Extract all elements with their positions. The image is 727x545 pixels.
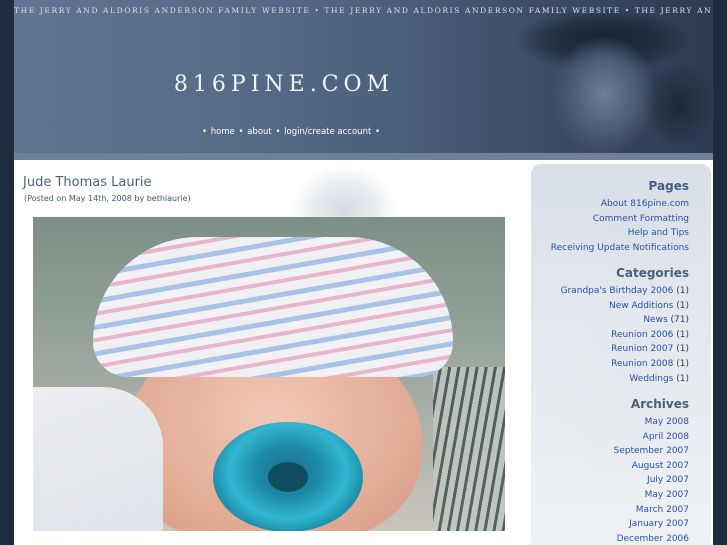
list-item: Reunion 2007 (1)	[561, 342, 689, 357]
archive-link[interactable]: December 2006	[617, 534, 689, 544]
list-item: Reunion 2008 (1)	[561, 357, 689, 372]
site-header: THE JERRY AND ALDORIS ANDERSON FAMILY WE…	[14, 0, 713, 156]
category-count: (1)	[676, 373, 689, 384]
pages-section: Pages About 816pine.com Comment Formatti…	[551, 179, 689, 255]
page-link[interactable]: Comment Formatting	[593, 214, 689, 224]
category-count: (1)	[676, 329, 689, 340]
category-count: (1)	[676, 300, 689, 311]
pages-heading: Pages	[648, 179, 689, 193]
list-item: Weddings (1)	[561, 372, 689, 387]
list-item: May 2008	[613, 415, 689, 430]
nav-bullet: •	[275, 127, 281, 137]
pacifier-ring	[268, 462, 308, 492]
archive-link[interactable]: August 2007	[632, 461, 689, 471]
nav-login-link[interactable]: login/create account	[284, 127, 371, 137]
list-item: March 2007	[613, 503, 689, 518]
categories-section: Categories Grandpa's Birthday 2006 (1) N…	[561, 266, 689, 386]
categories-list: Grandpa's Birthday 2006 (1) New Addition…	[561, 284, 689, 386]
list-item: January 2007	[613, 517, 689, 532]
content-area: Jude Thomas Laurie (Posted on May 14th, …	[14, 160, 713, 545]
post-title[interactable]: Jude Thomas Laurie	[23, 175, 152, 190]
post-meta: (Posted on May 14th, 2008 by bethlaurie)	[24, 194, 191, 203]
archive-link[interactable]: May 2008	[645, 417, 689, 427]
striped-hat	[93, 237, 453, 377]
list-item: December 2006	[613, 532, 689, 545]
nav-about-link[interactable]: about	[247, 127, 272, 137]
category-link[interactable]: Reunion 2008	[611, 359, 673, 369]
blanket	[33, 387, 163, 531]
post-photo-baby[interactable]	[33, 217, 505, 531]
list-item: Grandpa's Birthday 2006 (1)	[561, 284, 689, 299]
list-item: About 816pine.com	[551, 197, 689, 212]
banner-strip: THE JERRY AND ALDORIS ANDERSON FAMILY WE…	[14, 6, 713, 15]
page-link[interactable]: About 816pine.com	[601, 199, 689, 209]
archive-link[interactable]: April 2008	[643, 432, 689, 442]
category-link[interactable]: News	[643, 315, 667, 325]
archives-section: Archives May 2008 April 2008 September 2…	[613, 397, 689, 545]
nav-bullet: •	[201, 127, 207, 137]
categories-heading: Categories	[616, 266, 689, 280]
nav-bullet: •	[238, 127, 244, 137]
list-item: May 2007	[613, 488, 689, 503]
list-item: July 2007	[613, 473, 689, 488]
page-link[interactable]: Help and Tips	[628, 228, 689, 238]
list-item: Help and Tips	[551, 226, 689, 241]
category-count: (1)	[676, 286, 689, 296]
category-link[interactable]: Reunion 2006	[611, 330, 673, 340]
list-item: April 2008	[613, 430, 689, 445]
archive-link[interactable]: March 2007	[636, 505, 689, 515]
nav-bullet: •	[375, 127, 381, 137]
category-link[interactable]: Weddings	[629, 374, 673, 384]
category-count: (71)	[670, 315, 689, 326]
archive-link[interactable]: January 2007	[629, 519, 689, 529]
category-count: (1)	[676, 358, 689, 369]
category-count: (1)	[676, 344, 689, 355]
list-item: August 2007	[613, 459, 689, 474]
list-item: New Additions (1)	[561, 299, 689, 314]
list-item: Comment Formatting	[551, 212, 689, 227]
sidebar: Pages About 816pine.com Comment Formatti…	[531, 164, 711, 545]
right-border	[713, 0, 727, 545]
pages-list: About 816pine.com Comment Formatting Hel…	[551, 197, 689, 255]
nav-home-link[interactable]: home	[211, 127, 235, 137]
archive-link[interactable]: July 2007	[647, 475, 689, 485]
page-link[interactable]: Receiving Update Notifications	[551, 243, 689, 253]
category-link[interactable]: New Additions	[609, 301, 673, 311]
category-link[interactable]: Reunion 2007	[611, 344, 673, 354]
stuffed-toy	[433, 367, 505, 531]
site-title[interactable]: 816PINE.COM	[14, 72, 544, 97]
list-item: Reunion 2006 (1)	[561, 328, 689, 343]
archives-heading: Archives	[630, 397, 689, 411]
list-item: Receiving Update Notifications	[551, 241, 689, 256]
list-item: News (71)	[561, 313, 689, 328]
archive-link[interactable]: September 2007	[613, 446, 689, 456]
left-border	[0, 0, 14, 545]
header-photo-shadow	[634, 50, 713, 156]
header-divider	[14, 153, 713, 160]
category-link[interactable]: Grandpa's Birthday 2006	[561, 286, 674, 296]
list-item: September 2007	[613, 444, 689, 459]
archives-list: May 2008 April 2008 September 2007 Augus…	[613, 415, 689, 545]
archive-link[interactable]: May 2007	[645, 490, 689, 500]
page: THE JERRY AND ALDORIS ANDERSON FAMILY WE…	[0, 0, 727, 545]
main-nav: • home • about • login/create account •	[14, 127, 568, 137]
